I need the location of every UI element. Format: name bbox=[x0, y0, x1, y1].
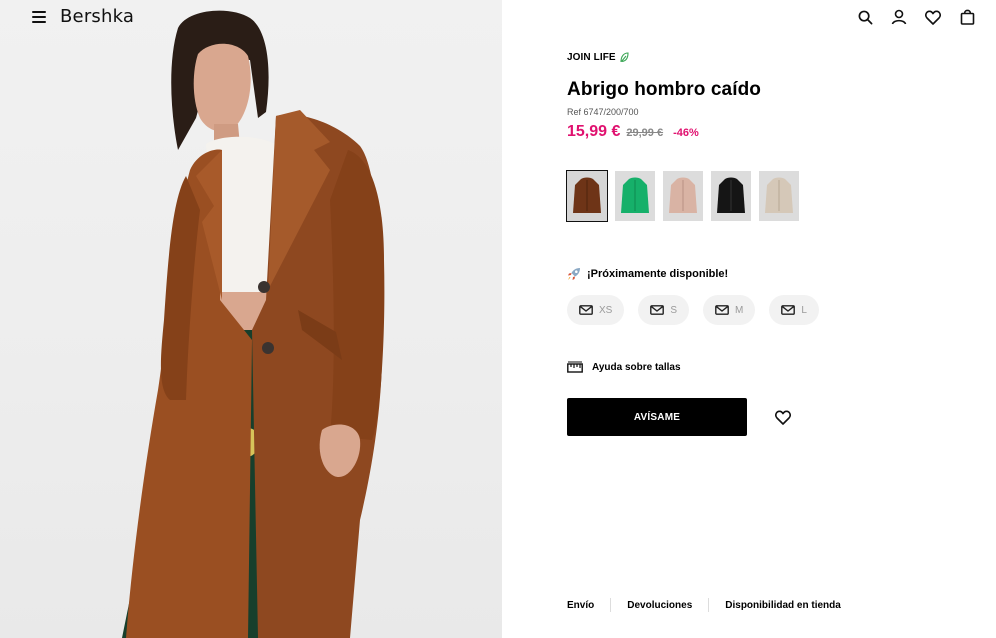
product-title: Abrigo hombro caído bbox=[567, 79, 762, 100]
cta-row: AVÍSAME bbox=[567, 398, 967, 436]
old-price: 29,99 € bbox=[626, 127, 664, 139]
join-life-label: JOIN LIFE bbox=[567, 52, 616, 63]
bag-icon[interactable] bbox=[958, 8, 976, 26]
header-actions bbox=[856, 8, 976, 26]
size-label: S bbox=[670, 304, 678, 316]
product-ref: Ref 6747/200/700 bbox=[567, 107, 639, 117]
product-page: Bershka JOIN LIFE Abrigo hombro caído Re… bbox=[0, 0, 996, 638]
size-option-l[interactable]: L bbox=[769, 295, 819, 325]
availability-text: ¡Próximamente disponible! bbox=[587, 268, 729, 280]
availability-notice: ¡Próximamente disponible! bbox=[567, 267, 967, 281]
product-image[interactable]: Bershka bbox=[0, 0, 502, 638]
color-swatch-brown[interactable] bbox=[566, 170, 608, 222]
returns-link[interactable]: Devoluciones bbox=[627, 600, 692, 611]
product-details: JOIN LIFE Abrigo hombro caído Ref 6747/2… bbox=[566, 52, 967, 436]
store-availability-link[interactable]: Disponibilidad en tienda bbox=[725, 600, 841, 611]
mail-icon bbox=[650, 305, 665, 315]
rocket-icon bbox=[568, 268, 580, 280]
size-option-s[interactable]: S bbox=[638, 295, 690, 325]
size-selector: XS S M L bbox=[567, 295, 967, 325]
favorite-heart-icon[interactable] bbox=[774, 408, 792, 426]
info-links: Envío Devoluciones Disponibilidad en tie… bbox=[567, 598, 841, 612]
price-row: 15,99 € 29,99 € -46% bbox=[567, 123, 967, 141]
color-swatch-pink[interactable] bbox=[663, 171, 703, 221]
model-illustration bbox=[122, 10, 385, 638]
current-price: 15,99 € bbox=[567, 123, 621, 140]
color-swatch-beige[interactable] bbox=[759, 171, 799, 221]
ruler-icon bbox=[567, 361, 583, 373]
shipping-link[interactable]: Envío bbox=[567, 600, 594, 611]
notify-me-button[interactable]: AVÍSAME bbox=[567, 398, 747, 436]
join-life-badge: JOIN LIFE bbox=[567, 52, 967, 63]
mail-icon bbox=[715, 305, 729, 315]
size-option-m[interactable]: M bbox=[703, 295, 756, 325]
divider bbox=[708, 598, 710, 612]
mail-icon bbox=[781, 305, 796, 315]
color-swatches bbox=[566, 170, 967, 222]
size-label: XS bbox=[599, 304, 613, 316]
user-icon[interactable] bbox=[890, 8, 908, 26]
size-label: M bbox=[735, 304, 744, 316]
divider bbox=[610, 598, 612, 612]
search-icon[interactable] bbox=[856, 8, 874, 26]
size-option-xs[interactable]: XS bbox=[567, 295, 625, 325]
menu-icon[interactable] bbox=[32, 10, 46, 23]
mail-icon bbox=[579, 305, 593, 315]
size-help-label: Ayuda sobre tallas bbox=[592, 361, 681, 373]
top-left-nav: Bershka bbox=[32, 6, 134, 27]
heart-icon[interactable] bbox=[924, 8, 942, 26]
brand-logo[interactable]: Bershka bbox=[60, 6, 134, 27]
size-label: L bbox=[801, 304, 807, 316]
color-swatch-black[interactable] bbox=[711, 171, 751, 221]
leaf-icon bbox=[620, 52, 629, 63]
color-swatch-green[interactable] bbox=[615, 171, 655, 221]
discount-badge: -46% bbox=[673, 127, 699, 139]
size-help-link[interactable]: Ayuda sobre tallas bbox=[567, 361, 967, 373]
